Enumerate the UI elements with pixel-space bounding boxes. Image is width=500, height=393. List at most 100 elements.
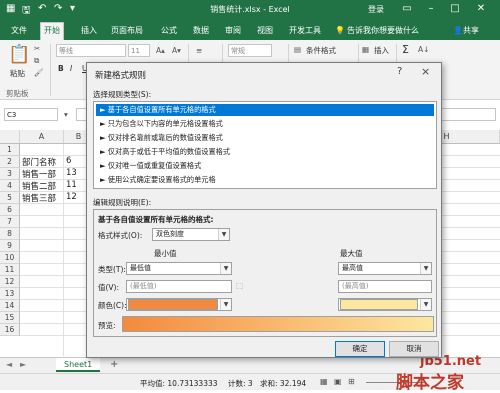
select-all-corner[interactable] — [0, 130, 20, 144]
align-icon[interactable]: ≡ — [196, 46, 202, 55]
format-painter-icon[interactable]: 🖌 — [34, 68, 44, 77]
row-header[interactable]: 1 — [0, 144, 20, 156]
page-layout-view-icon[interactable]: ▣ — [334, 377, 342, 386]
row-header[interactable]: 10 — [0, 252, 20, 264]
min-header: 最小值 — [154, 249, 177, 258]
close-window-icon[interactable]: ✕ — [474, 2, 488, 16]
insert-cells-icon[interactable]: ▦ — [362, 45, 369, 54]
add-sheet-icon[interactable]: + — [110, 359, 118, 370]
paste-label[interactable]: 粘贴 — [10, 68, 25, 79]
cell-a5[interactable]: 销售三部 — [22, 192, 62, 204]
min-type-select[interactable]: 最低值 ▼ — [126, 262, 232, 275]
row-header[interactable]: 14 — [0, 300, 20, 312]
font-size-select[interactable]: 11 — [128, 44, 150, 57]
rule-type-item[interactable]: ► 基于各自值设置所有单元格的格式 — [96, 104, 434, 116]
format-style-value: 双色刻度 — [156, 230, 184, 238]
rule-type-item[interactable]: ► 仅对高于或低于平均值的数值设置格式 — [96, 146, 434, 158]
max-color-select[interactable]: ▼ — [338, 298, 432, 311]
row-header[interactable]: 13 — [0, 288, 20, 300]
status-count: 计数: 3 — [228, 379, 253, 388]
close-icon[interactable]: × — [421, 65, 430, 78]
conditional-format-icon[interactable]: ▤ — [294, 45, 301, 54]
format-style-select[interactable]: 双色刻度 ▼ — [152, 228, 230, 241]
min-value-text: (最低值) — [130, 282, 157, 290]
sheet-tab-sheet1[interactable]: Sheet1 — [56, 358, 101, 372]
chevron-down-icon: ▼ — [218, 229, 229, 240]
cut-icon[interactable]: ✂ — [34, 44, 40, 53]
max-value-text: (最高值) — [342, 282, 369, 290]
row-header[interactable]: 6 — [0, 204, 20, 216]
formula-dropdown-icon[interactable]: ▾ — [64, 110, 68, 119]
tab-view[interactable]: 视图 — [254, 23, 276, 39]
number-format-select[interactable]: 常规 — [228, 44, 272, 57]
page-break-view-icon[interactable]: ⊞ — [348, 377, 355, 386]
copy-icon[interactable]: ⧉ — [34, 56, 39, 66]
conditional-format-button[interactable]: 条件格式 — [306, 45, 336, 56]
type-label: 类型(T): — [98, 265, 126, 274]
bold-icon[interactable]: B — [58, 64, 64, 73]
tab-review[interactable]: 审阅 — [222, 23, 244, 39]
column-header-a[interactable]: A — [20, 130, 64, 144]
cell-a2[interactable]: 部门名称 — [22, 156, 62, 168]
rule-type-item[interactable]: ► 只为包含以下内容的单元格设置格式 — [96, 118, 434, 130]
tab-home[interactable]: 开始 — [40, 22, 64, 40]
share-label: 共享 — [462, 26, 479, 35]
min-color-swatch — [128, 299, 218, 310]
grow-font-icon[interactable]: A▴ — [156, 46, 165, 55]
tab-insert[interactable]: 插入 — [78, 23, 100, 39]
tab-developer[interactable]: 开发工具 — [286, 23, 324, 39]
tab-formulas[interactable]: 公式 — [158, 23, 180, 39]
row-header[interactable]: 8 — [0, 228, 20, 240]
max-type-select[interactable]: 最高值 ▼ — [338, 262, 432, 275]
tell-me-search[interactable]: 告诉我你想要做什么 — [344, 23, 422, 39]
rule-type-list[interactable]: ► 基于各自值设置所有单元格的格式 ► 只为包含以下内容的单元格设置格式 ► 仅… — [93, 101, 437, 189]
rule-type-item[interactable]: ► 仅对唯一值或重复值设置格式 — [96, 160, 434, 172]
min-type-value: 最低值 — [130, 264, 151, 272]
number-format-value: 常规 — [231, 47, 245, 55]
paste-icon[interactable]: 📋 — [8, 44, 30, 65]
cancel-button[interactable]: 取消 — [389, 341, 439, 357]
shrink-font-icon[interactable]: A▾ — [172, 46, 181, 55]
row-header[interactable]: 5 — [0, 192, 20, 204]
rule-type-item[interactable]: ► 仅对排名靠前或靠后的数值设置格式 — [96, 132, 434, 144]
row-header[interactable]: 11 — [0, 264, 20, 276]
share-button[interactable]: 👤共享 — [450, 23, 482, 39]
sort-filter-icon[interactable]: A↓ — [418, 45, 429, 54]
row-header[interactable]: 4 — [0, 180, 20, 192]
tab-page-layout[interactable]: 页面布局 — [108, 23, 146, 39]
ribbon-display-icon[interactable]: ▭ — [400, 2, 414, 16]
min-range-picker-icon[interactable]: ⬚ — [236, 281, 243, 290]
insert-cells-button[interactable]: 插入 — [374, 45, 389, 56]
row-header[interactable]: 9 — [0, 240, 20, 252]
font-name-select[interactable]: 等线 — [56, 44, 126, 57]
ok-button[interactable]: 确定 — [335, 341, 385, 357]
title-bar: ▦ 🖫 ↶ ↷ ▾ 销售统计.xlsx - Excel 登录 ▭ – □ ✕ — [0, 0, 500, 20]
name-box[interactable]: C3 — [4, 108, 58, 121]
normal-view-icon[interactable]: ▦ — [320, 377, 328, 386]
min-color-select[interactable]: ▼ — [126, 298, 232, 311]
minimize-icon[interactable]: – — [424, 2, 438, 16]
status-sum: 求和: 32.194 — [260, 379, 307, 388]
rule-type-item[interactable]: ► 使用公式确定要设置格式的单元格 — [96, 174, 434, 186]
maximize-icon[interactable]: □ — [448, 2, 462, 16]
tab-data[interactable]: 数据 — [190, 23, 212, 39]
row-header[interactable]: 3 — [0, 168, 20, 180]
autosum-icon[interactable]: Σ — [402, 43, 409, 56]
italic-icon[interactable]: I — [70, 64, 72, 73]
row-header[interactable]: 15 — [0, 312, 20, 324]
cell-a3[interactable]: 销售一部 — [22, 168, 62, 180]
help-icon[interactable]: ? — [397, 66, 402, 77]
font-name-value: 等线 — [59, 47, 73, 55]
tab-file[interactable]: 文件 — [8, 23, 30, 39]
row-header[interactable]: 12 — [0, 276, 20, 288]
login-link[interactable]: 登录 — [368, 4, 384, 15]
row-header[interactable]: 7 — [0, 216, 20, 228]
next-sheet-icon[interactable]: ► — [20, 360, 26, 369]
watermark-line2: 脚本之家 — [396, 373, 464, 393]
cell-a4[interactable]: 销售二部 — [22, 180, 62, 192]
min-value-input[interactable]: (最低值) — [126, 280, 232, 293]
row-header[interactable]: 2 — [0, 156, 20, 168]
row-header[interactable]: 16 — [0, 324, 20, 336]
max-value-input[interactable]: (最高值) — [338, 280, 432, 293]
prev-sheet-icon[interactable]: ◄ — [6, 360, 12, 369]
